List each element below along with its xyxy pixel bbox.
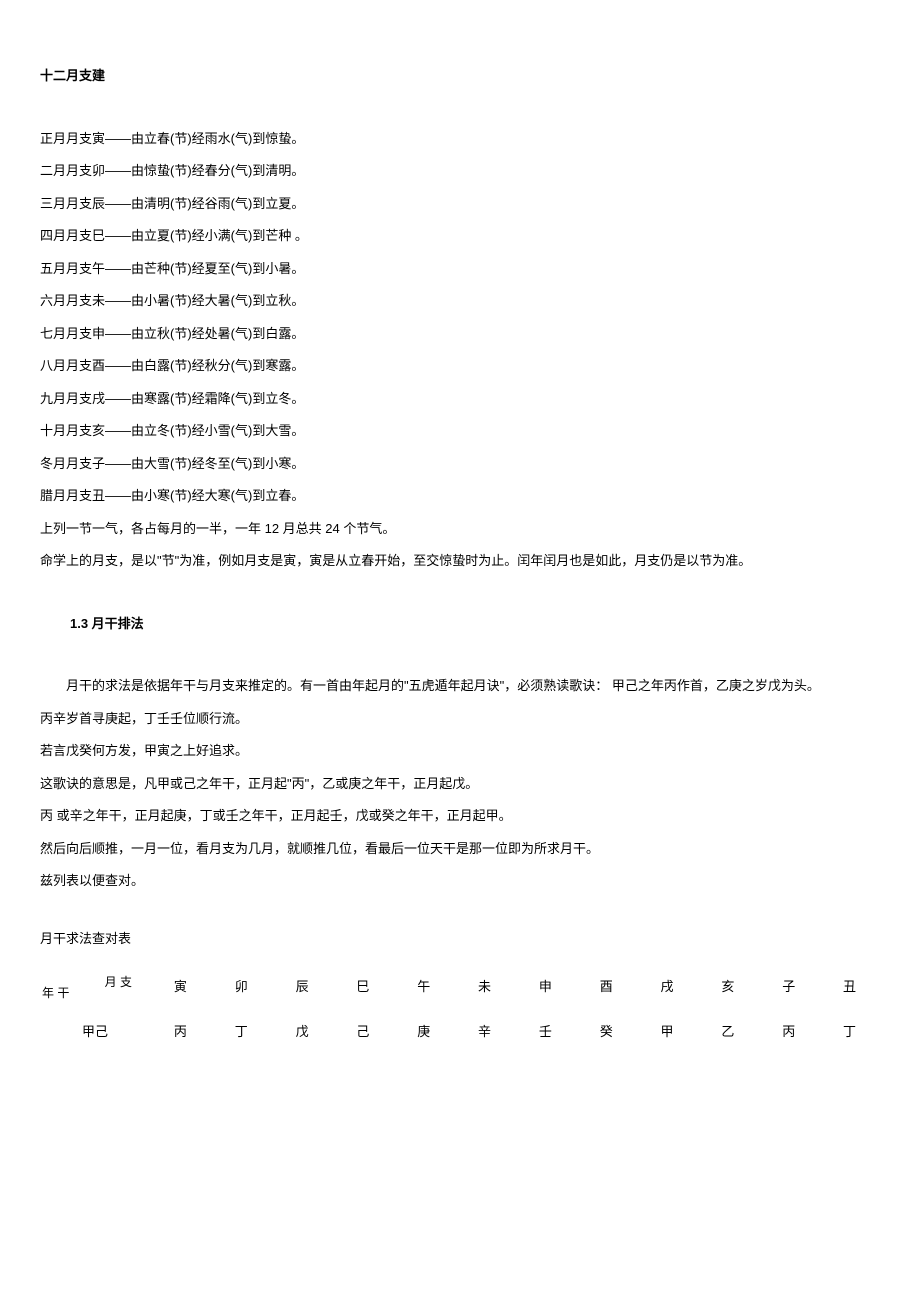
table-header-cell: 酉 [576, 965, 637, 1010]
table-cell: 癸 [576, 1010, 637, 1055]
table-cell: 庚 [393, 1010, 454, 1055]
table-header-cell: 寅 [150, 965, 211, 1010]
section-heading-twelve-months: 十二月支建 [40, 60, 880, 93]
table-header-cell: 卯 [211, 965, 272, 1010]
body-text: 丙 或辛之年干，正月起庚，丁或壬之年干，正月起壬，戊或癸之年干，正月起甲。 [40, 800, 880, 833]
body-text: 正月月支寅——由立春(节)经雨水(气)到惊蛰。 [40, 123, 880, 156]
body-text: 六月月支未——由小暑(节)经大暑(气)到立秋。 [40, 285, 880, 318]
table-header-cell: 丑 [819, 965, 880, 1010]
body-text: 三月月支辰——由清明(节)经谷雨(气)到立夏。 [40, 188, 880, 221]
table-header-cell: 亥 [697, 965, 758, 1010]
table-cell: 己 [332, 1010, 393, 1055]
table-header-cell: 子 [758, 965, 819, 1010]
table-cell: 乙 [697, 1010, 758, 1055]
table-row: 甲己 丙 丁 戊 己 庚 辛 壬 癸 甲 乙 丙 丁 [40, 1010, 880, 1055]
table-title: 月干求法查对表 [40, 923, 880, 956]
table-cell: 丙 [758, 1010, 819, 1055]
table-header-cell: 戌 [637, 965, 698, 1010]
table-header-cell: 巳 [332, 965, 393, 1010]
body-text: 这歌诀的意思是，凡甲或己之年干，正月起"丙"，乙或庚之年干，正月起戊。 [40, 768, 880, 801]
body-text: 八月月支酉——由白露(节)经秋分(气)到寒露。 [40, 350, 880, 383]
lookup-table: 月 支 年 干 寅 卯 辰 巳 午 未 申 酉 戌 亥 子 丑 甲己 丙 丁 戊… [40, 965, 880, 1054]
body-text: 上列一节一气，各占每月的一半，一年 12 月总共 24 个节气。 [40, 513, 880, 546]
table-corner-cell: 月 支 年 干 [40, 965, 150, 1010]
table-cell: 丁 [819, 1010, 880, 1055]
table-cell: 壬 [515, 1010, 576, 1055]
table-cell: 丙 [150, 1010, 211, 1055]
corner-top-label: 月 支 [105, 967, 132, 997]
body-text: 然后向后顺推，一月一位，看月支为几月，就顺推几位，看最后一位天干是那一位即为所求… [40, 833, 880, 866]
body-text: 丙辛岁首寻庚起，丁壬壬位顺行流。 [40, 703, 880, 736]
table-header-cell: 未 [454, 965, 515, 1010]
table-cell: 甲 [637, 1010, 698, 1055]
table-cell: 戊 [272, 1010, 333, 1055]
table-header-row: 月 支 年 干 寅 卯 辰 巳 午 未 申 酉 戌 亥 子 丑 [40, 965, 880, 1010]
body-text: 若言戊癸何方发，甲寅之上好追求。 [40, 735, 880, 768]
table-cell: 辛 [454, 1010, 515, 1055]
body-text: 七月月支申——由立秋(节)经处暑(气)到白露。 [40, 318, 880, 351]
body-text: 月干的求法是依据年干与月支来推定的。有一首由年起月的"五虎遁年起月诀"，必须熟读… [40, 670, 880, 703]
body-text: 九月月支戌——由寒露(节)经霜降(气)到立冬。 [40, 383, 880, 416]
table-row-label: 甲己 [40, 1010, 150, 1055]
body-text: 四月月支巳——由立夏(节)经小满(气)到芒种 。 [40, 220, 880, 253]
body-text: 冬月月支子——由大雪(节)经冬至(气)到小寒。 [40, 448, 880, 481]
body-text: 五月月支午——由芒种(节)经夏至(气)到小暑。 [40, 253, 880, 286]
table-header-cell: 辰 [272, 965, 333, 1010]
table-cell: 丁 [211, 1010, 272, 1055]
section-heading-month-stem: 1.3 月干排法 [70, 608, 880, 641]
body-text: 命学上的月支，是以"节"为准，例如月支是寅，寅是从立春开始，至交惊蛰时为止。闰年… [40, 545, 880, 578]
body-text: 二月月支卯——由惊蛰(节)经春分(气)到清明。 [40, 155, 880, 188]
table-header-cell: 申 [515, 965, 576, 1010]
table-header-cell: 午 [393, 965, 454, 1010]
body-text: 十月月支亥——由立冬(节)经小雪(气)到大雪。 [40, 415, 880, 448]
body-text: 腊月月支丑——由小寒(节)经大寒(气)到立春。 [40, 480, 880, 513]
body-text: 兹列表以便查对。 [40, 865, 880, 898]
corner-bottom-label: 年 干 [42, 978, 69, 1008]
